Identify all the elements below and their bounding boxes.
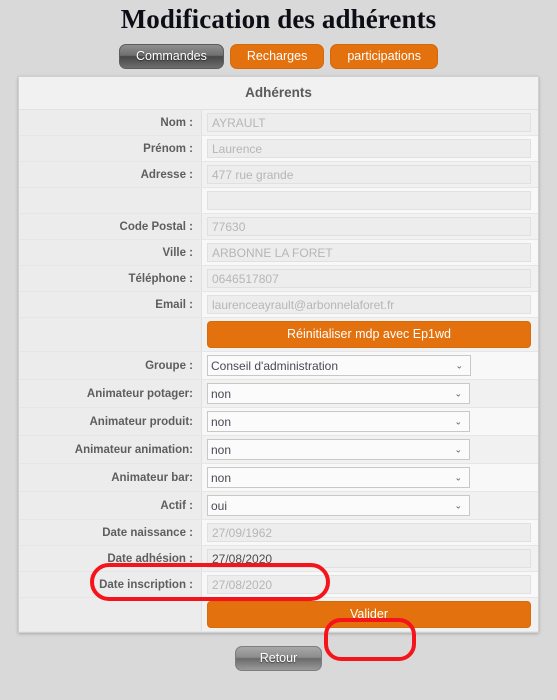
row-valider: Valider <box>19 598 538 633</box>
tab-recharges[interactable]: Recharges <box>229 44 325 70</box>
label-nom: Nom : <box>19 110 202 136</box>
select-animateur-bar-wrap: non ⌄ <box>207 467 470 489</box>
select-actif[interactable]: oui <box>207 495 470 517</box>
input-telephone[interactable] <box>207 269 531 289</box>
row-reset-password: Réinitialiser mdp avec Ep1wd <box>19 318 538 353</box>
label-valider <box>19 598 202 632</box>
row-animateur-animation: Animateur animation: non ⌄ <box>19 436 538 465</box>
field-nom-wrap <box>202 110 538 135</box>
row-actif: Actif : oui ⌄ <box>19 492 538 521</box>
field-animateur-animation-wrap: non ⌄ <box>202 436 538 463</box>
reset-password-button[interactable]: Réinitialiser mdp avec Ep1wd <box>207 321 531 349</box>
select-groupe[interactable]: Conseil d'administration <box>207 355 471 377</box>
field-reset-password-wrap: Réinitialiser mdp avec Ep1wd <box>202 318 538 351</box>
row-nom: Nom : <box>19 110 538 137</box>
row-adresse2 <box>19 188 538 215</box>
retour-button[interactable]: Retour <box>234 646 323 672</box>
input-adresse[interactable] <box>207 165 531 185</box>
field-date-naissance-wrap <box>202 520 538 545</box>
label-animateur-bar: Animateur bar: <box>19 464 202 492</box>
row-animateur-bar: Animateur bar: non ⌄ <box>19 464 538 493</box>
field-telephone-wrap <box>202 266 538 291</box>
select-actif-wrap: oui ⌄ <box>207 495 470 517</box>
input-prenom[interactable] <box>207 139 531 159</box>
field-prenom-wrap <box>202 136 538 161</box>
row-animateur-potager: Animateur potager: non ⌄ <box>19 380 538 409</box>
footer: Retour <box>0 646 557 672</box>
row-email: Email : <box>19 292 538 319</box>
select-groupe-wrap: Conseil d'administration ⌄ <box>207 355 471 377</box>
label-adresse: Adresse : <box>19 162 202 188</box>
row-animateur-produit: Animateur produit: non ⌄ <box>19 408 538 437</box>
field-code-postal-wrap <box>202 214 538 239</box>
label-email: Email : <box>19 292 202 318</box>
row-groupe: Groupe : Conseil d'administration ⌄ <box>19 352 538 381</box>
row-adresse: Adresse : <box>19 162 538 189</box>
row-code-postal: Code Postal : <box>19 214 538 241</box>
row-prenom: Prénom : <box>19 136 538 163</box>
field-actif-wrap: oui ⌄ <box>202 492 538 519</box>
label-date-naissance: Date naissance : <box>19 520 202 546</box>
row-date-naissance: Date naissance : <box>19 520 538 547</box>
field-valider-wrap: Valider <box>202 598 538 631</box>
input-ville[interactable] <box>207 243 531 263</box>
select-animateur-produit-wrap: non ⌄ <box>207 411 470 433</box>
field-animateur-potager-wrap: non ⌄ <box>202 380 538 407</box>
select-animateur-potager-wrap: non ⌄ <box>207 383 470 405</box>
label-reset-password <box>19 318 202 352</box>
input-adresse2[interactable] <box>207 191 531 211</box>
valider-button[interactable]: Valider <box>207 601 531 629</box>
field-ville-wrap <box>202 240 538 265</box>
tab-bar: Commandes Recharges participations <box>0 44 557 70</box>
label-animateur-animation: Animateur animation: <box>19 436 202 464</box>
field-email-wrap <box>202 292 538 317</box>
field-date-adhesion-wrap <box>202 546 538 571</box>
row-ville: Ville : <box>19 240 538 267</box>
label-animateur-produit: Animateur produit: <box>19 408 202 436</box>
label-prenom: Prénom : <box>19 136 202 162</box>
row-telephone: Téléphone : <box>19 266 538 293</box>
select-animateur-bar[interactable]: non <box>207 467 470 489</box>
input-code-postal[interactable] <box>207 217 531 237</box>
row-date-inscription: Date inscription : <box>19 572 538 599</box>
field-animateur-bar-wrap: non ⌄ <box>202 464 538 491</box>
label-actif: Actif : <box>19 492 202 520</box>
field-date-inscription-wrap <box>202 572 538 597</box>
panel-header: Adhérents <box>19 77 538 111</box>
label-animateur-potager: Animateur potager: <box>19 380 202 408</box>
field-animateur-produit-wrap: non ⌄ <box>202 408 538 435</box>
label-telephone: Téléphone : <box>19 266 202 292</box>
adherents-panel: Adhérents Nom : Prénom : Adresse : <box>18 76 539 634</box>
field-adresse2-wrap <box>202 188 538 213</box>
input-date-inscription[interactable] <box>207 575 531 595</box>
field-groupe-wrap: Conseil d'administration ⌄ <box>202 352 538 379</box>
input-date-naissance[interactable] <box>207 523 531 543</box>
row-date-adhesion: Date adhésion : <box>19 546 538 573</box>
input-email[interactable] <box>207 295 531 315</box>
label-ville: Ville : <box>19 240 202 266</box>
tab-commandes[interactable]: Commandes <box>119 44 224 70</box>
tab-participations[interactable]: participations <box>330 44 438 70</box>
input-nom[interactable] <box>207 113 531 133</box>
select-animateur-animation[interactable]: non <box>207 439 470 461</box>
field-adresse-wrap <box>202 162 538 187</box>
label-date-adhesion: Date adhésion : <box>19 546 202 572</box>
label-adresse2 <box>19 188 202 214</box>
label-groupe: Groupe : <box>19 352 202 380</box>
page-title: Modification des adhérents <box>120 4 437 34</box>
label-date-inscription: Date inscription : <box>19 572 202 598</box>
select-animateur-potager[interactable]: non <box>207 383 470 405</box>
select-animateur-animation-wrap: non ⌄ <box>207 439 470 461</box>
page-root: Modification des adhérents Commandes Rec… <box>0 0 557 700</box>
label-code-postal: Code Postal : <box>19 214 202 240</box>
select-animateur-produit[interactable]: non <box>207 411 470 433</box>
input-date-adhesion[interactable] <box>207 549 531 569</box>
